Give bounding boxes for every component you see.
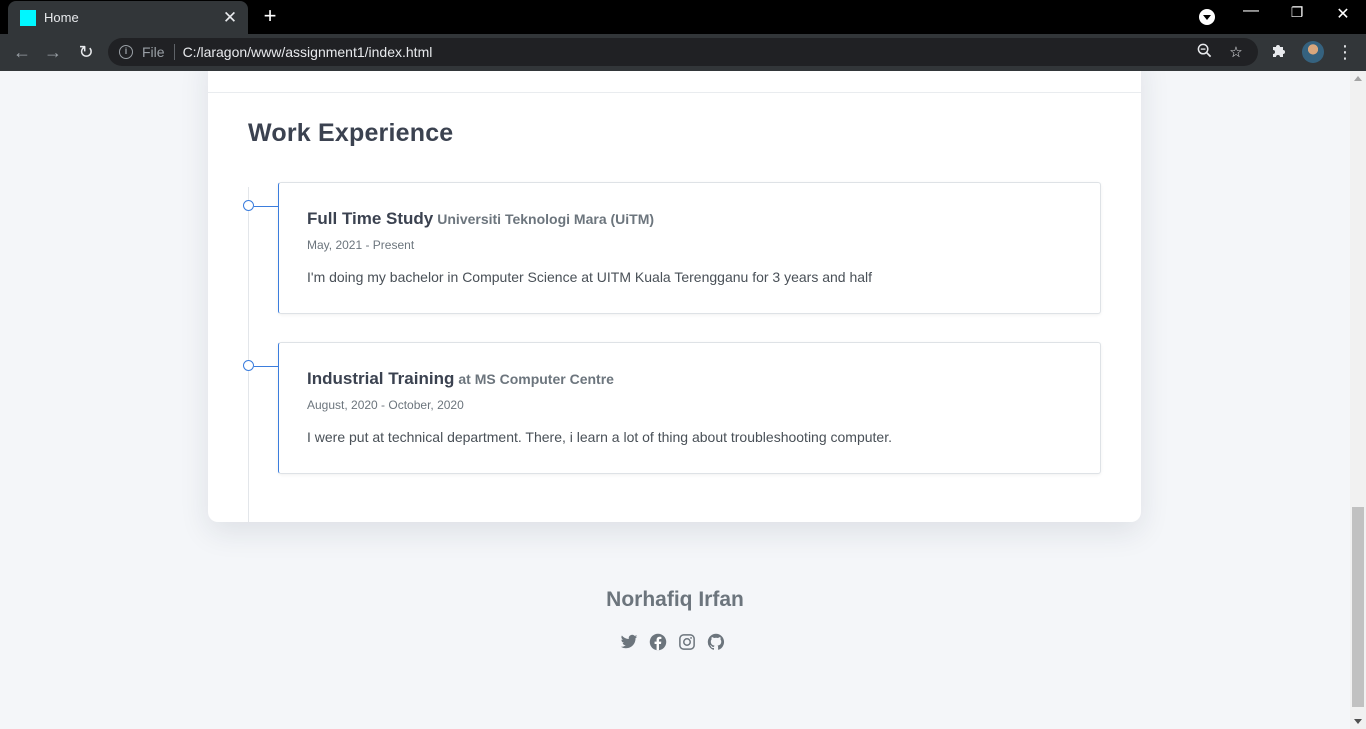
timeline-dot [243, 360, 254, 371]
timeline-description: I were put at technical department. Ther… [307, 429, 892, 445]
profile-avatar[interactable] [1302, 41, 1324, 63]
timeline-item: Full Time Study Universiti Teknologi Mara… [243, 182, 1101, 314]
tab-close-icon[interactable]: ✕ [222, 9, 238, 26]
favicon-icon [20, 9, 36, 26]
minimize-button[interactable]: — [1236, 2, 1266, 20]
window-close-button[interactable]: ✕ [1328, 4, 1358, 24]
github-icon[interactable] [707, 633, 725, 651]
footer-name: Norhafiq Irfan [606, 588, 744, 611]
timeline-item-title: Industrial Training at MS Computer Centre [307, 369, 614, 389]
social-links [620, 633, 725, 651]
scroll-up-arrow-icon[interactable] [1354, 76, 1362, 81]
timeline-connector [254, 206, 279, 207]
work-experience-card: Work Experience Full Time Study Universit… [208, 71, 1141, 522]
back-arrow-icon[interactable]: ← [11, 41, 33, 63]
scroll-down-arrow-icon[interactable] [1354, 719, 1362, 724]
timeline-role: Full Time Study [307, 209, 434, 228]
address-separator [173, 44, 175, 60]
tab-search-icon[interactable] [1199, 9, 1215, 25]
page-scrollbar[interactable] [1350, 71, 1366, 729]
card-divider [208, 92, 1141, 93]
reload-icon[interactable]: ↻ [75, 41, 97, 63]
timeline-item: Industrial Training at MS Computer Centre… [243, 342, 1101, 474]
page-viewport: Work Experience Full Time Study Universit… [0, 71, 1350, 729]
timeline-dot [243, 200, 254, 211]
facebook-icon[interactable] [649, 633, 667, 651]
scheme-label: File [142, 44, 165, 60]
instagram-icon[interactable] [678, 633, 696, 651]
timeline-organization: Universiti Teknologi Mara (UiTM) [437, 211, 655, 227]
browser-tab[interactable]: Home ✕ [8, 1, 248, 34]
timeline-role: Industrial Training [307, 369, 455, 388]
timeline-organization: at MS Computer Centre [458, 371, 614, 387]
url-text[interactable]: C:/laragon/www/assignment1/index.html [183, 44, 1194, 60]
forward-arrow-icon[interactable]: → [42, 41, 64, 63]
info-icon[interactable]: i [119, 45, 133, 59]
restore-button[interactable]: ❐ [1282, 4, 1312, 21]
timeline-date: August, 2020 - October, 2020 [307, 398, 464, 412]
browser-menu-icon[interactable]: ⋮ [1336, 42, 1354, 62]
address-bar[interactable]: i File C:/laragon/www/assignment1/index.… [108, 38, 1258, 66]
browser-tab-strip: Home ✕ + — ❐ ✕ [0, 0, 1366, 34]
timeline-date: May, 2021 - Present [307, 238, 415, 252]
zoom-icon[interactable] [1194, 43, 1214, 62]
tab-title: Home [44, 10, 79, 25]
browser-toolbar: ← → ↻ i File C:/laragon/www/assignment1/… [0, 34, 1366, 71]
timeline-description: I'm doing my bachelor in Computer Scienc… [307, 269, 873, 285]
new-tab-button[interactable]: + [259, 5, 281, 27]
timeline-connector [254, 366, 279, 367]
timeline-line [248, 187, 249, 522]
twitter-icon[interactable] [620, 633, 638, 651]
bookmark-star-icon[interactable]: ☆ [1226, 43, 1246, 61]
section-title: Work Experience [248, 119, 454, 147]
extensions-icon[interactable] [1269, 42, 1289, 63]
scrollbar-thumb[interactable] [1352, 507, 1364, 707]
timeline-item-title: Full Time Study Universiti Teknologi Mara… [307, 209, 654, 229]
